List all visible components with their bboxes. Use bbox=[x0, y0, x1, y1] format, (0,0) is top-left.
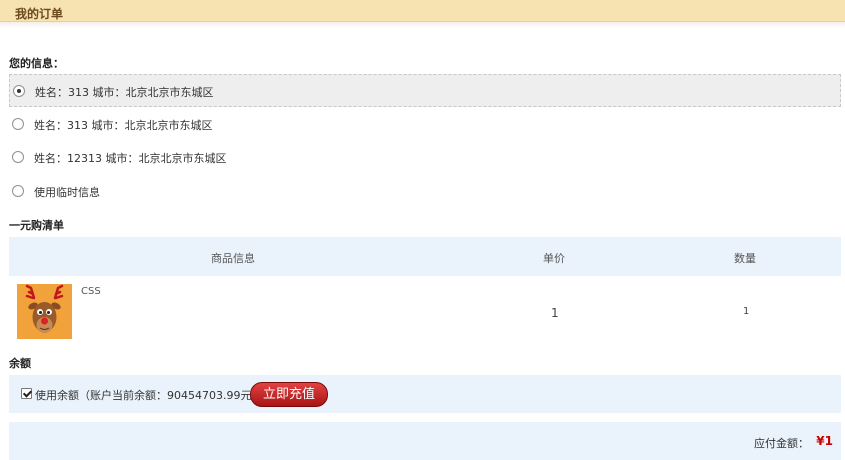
address-option-1[interactable]: 姓名：313 城市：北京北京市东城区 bbox=[9, 74, 841, 107]
address-text: 使用临时信息 bbox=[34, 186, 100, 199]
total-amount: ¥1 bbox=[816, 434, 833, 448]
address-text: 姓名：313 城市：北京北京市东城区 bbox=[34, 119, 213, 132]
column-header-product: 商品信息 bbox=[211, 252, 255, 265]
product-quantity: 1 bbox=[743, 306, 750, 317]
radio-button[interactable] bbox=[12, 151, 24, 163]
address-option-2[interactable]: 姓名：313 城市：北京北京市东城区 bbox=[9, 108, 841, 141]
balance-section-label: 余额 bbox=[9, 357, 31, 370]
radio-button[interactable] bbox=[13, 85, 25, 97]
cart-section-label: 一元购清单 bbox=[9, 219, 64, 232]
use-balance-checkbox[interactable] bbox=[21, 388, 32, 399]
use-balance-label: 使用余额（账户当前余额：90454703.99元） bbox=[35, 389, 263, 402]
column-header-qty: 数量 bbox=[734, 252, 756, 265]
product-price: 1 bbox=[551, 306, 559, 320]
recharge-button[interactable]: 立即充值 bbox=[250, 382, 328, 407]
radio-button[interactable] bbox=[12, 185, 24, 197]
total-label: 应付金额： bbox=[754, 437, 809, 450]
product-thumbnail[interactable] bbox=[17, 284, 72, 339]
address-option-3[interactable]: 姓名：12313 城市：北京北京市东城区 bbox=[9, 141, 841, 174]
balance-bar: 使用余额（账户当前余额：90454703.99元） 立即充值 bbox=[9, 375, 841, 413]
cart-table-header: 商品信息 单价 数量 bbox=[9, 237, 841, 276]
page-header: 我的订单 bbox=[0, 0, 845, 22]
product-name[interactable]: CSS bbox=[81, 286, 101, 297]
column-header-price: 单价 bbox=[543, 252, 565, 265]
header-shadow bbox=[0, 22, 845, 28]
radio-button[interactable] bbox=[12, 118, 24, 130]
address-option-temp[interactable]: 使用临时信息 bbox=[9, 175, 841, 208]
address-text: 姓名：313 城市：北京北京市东城区 bbox=[35, 86, 214, 99]
address-text: 姓名：12313 城市：北京北京市东城区 bbox=[34, 152, 227, 165]
total-bar: 应付金额： ¥1 bbox=[9, 422, 841, 460]
info-section-label: 您的信息： bbox=[9, 57, 64, 70]
reindeer-icon bbox=[25, 284, 64, 333]
page-title: 我的订单 bbox=[15, 7, 64, 21]
